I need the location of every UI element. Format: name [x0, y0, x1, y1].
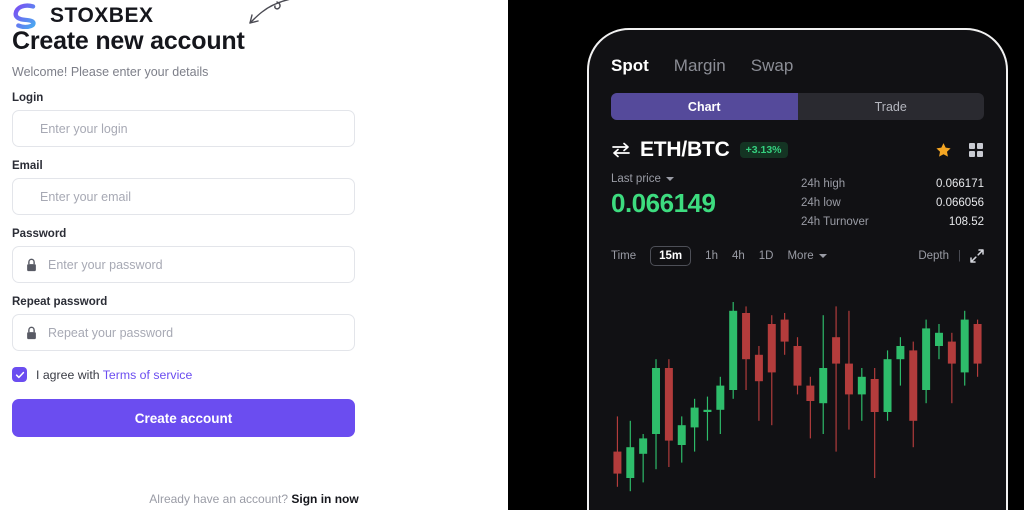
terms-checkbox[interactable]: [12, 367, 27, 382]
terms-prefix: I agree with: [36, 367, 100, 382]
password-input[interactable]: [48, 247, 342, 282]
terms-agreement-row: I agree with Terms of service: [12, 367, 496, 382]
field-label-email: Email: [12, 160, 43, 172]
phone-mockup-pane: Spot Margin Swap Chart Trade ETH/BTC +3.…: [508, 0, 1024, 510]
stat-key: 24h low: [801, 197, 841, 209]
signup-page: STOXBEX Create new account Welcome! Plea…: [0, 0, 1024, 510]
email-input-shell[interactable]: [12, 178, 355, 215]
stat-row: 24h Turnover 108.52: [801, 213, 984, 232]
timeframe-4h[interactable]: 4h: [732, 250, 745, 262]
pair-name[interactable]: ETH/BTC: [640, 138, 730, 162]
signin-prompt: Already have an account?: [149, 492, 289, 506]
market-tab-swap[interactable]: Swap: [751, 56, 794, 76]
field-login: Login: [12, 92, 496, 147]
terms-text: I agree with Terms of service: [36, 368, 192, 382]
pair-actions: [935, 142, 984, 159]
page-subtitle: Welcome! Please enter your details: [12, 65, 209, 79]
stat-row: 24h low 0.066056: [801, 194, 984, 213]
stoxbex-swoosh-logo-icon: [13, 3, 36, 29]
market-stats-list: 24h high 0.066171 24h low 0.066056 24h T…: [801, 173, 984, 232]
field-password: Password: [12, 228, 496, 283]
signin-footer: Already have an account? Sign in now: [0, 492, 508, 506]
field-email: Email: [12, 160, 496, 215]
chevron-down-icon: [665, 177, 674, 181]
email-input[interactable]: [40, 179, 342, 214]
last-price-block: Last price 0.066149: [611, 173, 801, 232]
swap-arrows-icon[interactable]: [611, 142, 631, 158]
signup-form-pane: STOXBEX Create new account Welcome! Plea…: [0, 0, 508, 510]
chart-tools: Depth |: [918, 249, 984, 263]
field-label-login: Login: [12, 92, 44, 104]
field-repeat-password: Repeat password: [12, 296, 496, 351]
timeframe-1d[interactable]: 1D: [759, 250, 774, 262]
stat-key: 24h high: [801, 178, 846, 190]
timeframe-toolbar: Time 15m 1h 4h 1D More Depth |: [611, 246, 984, 266]
segment-chart[interactable]: Chart: [611, 93, 798, 120]
password-input-shell[interactable]: [12, 246, 355, 283]
grid-layout-icon[interactable]: [968, 142, 984, 158]
expand-fullscreen-icon[interactable]: [970, 249, 984, 263]
depth-button[interactable]: Depth: [918, 250, 949, 262]
last-price-label-row[interactable]: Last price: [611, 173, 801, 185]
terms-of-service-link[interactable]: Terms of service: [103, 368, 193, 382]
last-price-label: Last price: [611, 173, 661, 185]
price-stats-row: Last price 0.066149 24h high 0.066171 24…: [611, 173, 984, 232]
lock-icon: [27, 326, 36, 339]
market-tab-spot[interactable]: Spot: [611, 56, 649, 76]
phone-screen: Spot Margin Swap Chart Trade ETH/BTC +3.…: [589, 30, 1006, 500]
market-tabs: Spot Margin Swap: [611, 56, 984, 76]
star-icon[interactable]: [935, 142, 952, 159]
candlestick-chart-svg: [613, 302, 982, 492]
stat-key: 24h Turnover: [801, 216, 869, 228]
checkmark-icon: [15, 371, 24, 378]
trading-pair-row: ETH/BTC +3.13%: [611, 138, 984, 162]
timeframe-more-button[interactable]: More: [787, 250, 827, 262]
hand-drawn-curved-arrow-icon: [249, 0, 290, 24]
stat-value: 108.52: [948, 216, 984, 228]
login-input-shell[interactable]: [12, 110, 355, 147]
phone-frame: Spot Margin Swap Chart Trade ETH/BTC +3.…: [587, 28, 1008, 510]
field-label-repeat-password: Repeat password: [12, 296, 108, 308]
market-tab-margin[interactable]: Margin: [674, 56, 726, 76]
candlestick-chart[interactable]: [611, 280, 984, 500]
timeframe-1h[interactable]: 1h: [705, 250, 718, 262]
repeat-password-input-shell[interactable]: [12, 314, 355, 351]
chart-trade-segmented-control: Chart Trade: [611, 93, 984, 120]
repeat-password-input[interactable]: [48, 315, 342, 350]
stat-value: 0.066056: [936, 197, 984, 209]
timeframe-time-label[interactable]: Time: [611, 250, 636, 262]
stat-row: 24h high 0.066171: [801, 175, 984, 194]
chevron-down-icon: [818, 254, 827, 258]
field-label-password: Password: [12, 228, 67, 240]
last-price-value: 0.066149: [611, 188, 716, 218]
timeframe-more-label: More: [787, 250, 814, 262]
toolbar-separator: |: [958, 250, 961, 262]
lock-icon: [27, 258, 36, 271]
stat-value: 0.066171: [936, 178, 984, 190]
brand-name: STOXBEX: [50, 4, 154, 27]
segment-trade[interactable]: Trade: [798, 93, 985, 120]
timeframe-15m[interactable]: 15m: [650, 246, 692, 266]
login-input[interactable]: [40, 111, 342, 146]
price-change-badge: +3.13%: [739, 142, 788, 158]
create-account-button[interactable]: Create account: [12, 399, 355, 437]
sign-in-now-link[interactable]: Sign in now: [291, 492, 358, 506]
